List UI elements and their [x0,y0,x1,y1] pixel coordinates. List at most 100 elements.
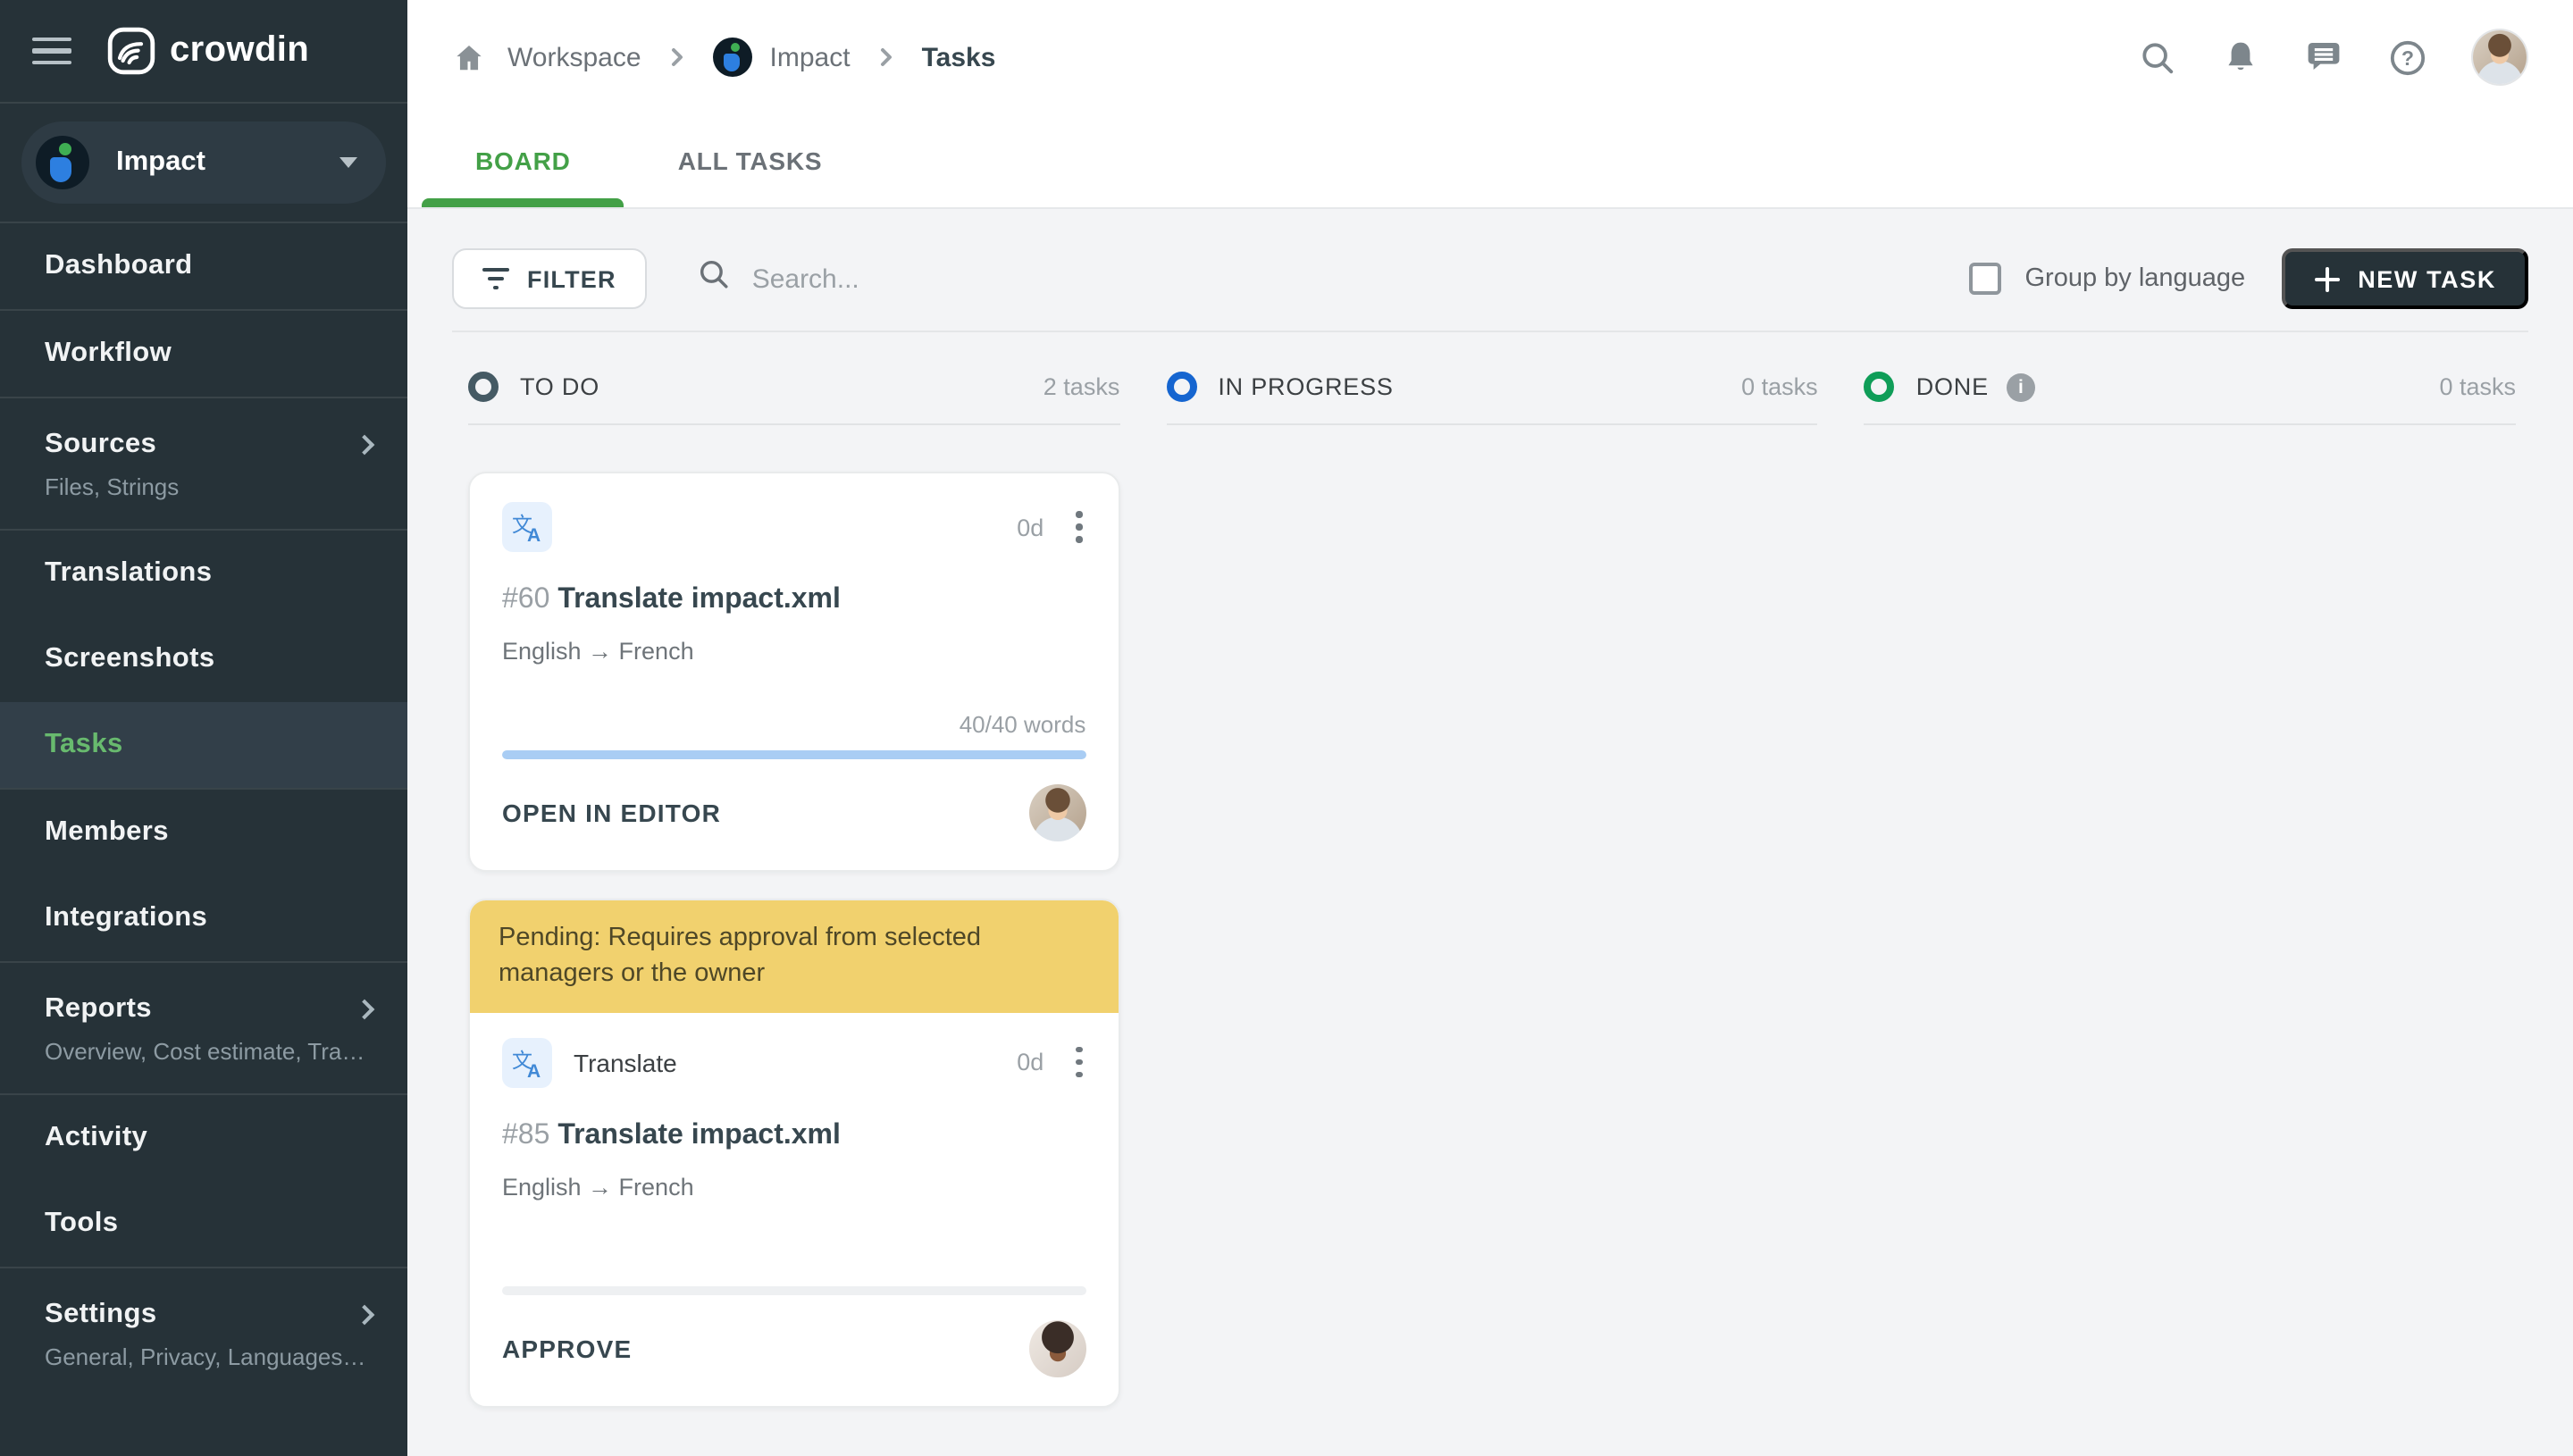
todo-cards: 文A 0d #60 Translate impact.xml English → [468,472,1120,1408]
card-menu-button[interactable] [1072,508,1085,547]
sidebar-item-screenshots[interactable]: Screenshots [0,616,407,702]
sidebar-item-sources[interactable]: Sources Files, Strings [0,398,407,529]
sidebar-item-tools[interactable]: Tools [0,1181,407,1267]
hamburger-menu-icon[interactable] [32,37,71,65]
group-by-language-label: Group by language [2024,264,2246,293]
search-icon [697,257,731,300]
task-board: TO DO 2 tasks 文A 0d #60 Translate impact… [468,372,2517,1408]
crowdin-wordmark: crowdin [170,30,310,70]
sidebar-item-sources-sub: Files, Strings [45,473,180,499]
breadcrumb-workspace[interactable]: Workspace [507,42,641,72]
crowdin-logo[interactable]: crowdin [107,27,309,75]
breadcrumb: Workspace Impact Tasks ? [407,0,2573,114]
home-icon[interactable] [452,40,486,74]
sidebar-item-members[interactable]: Members [0,790,407,875]
column-in-progress-header: IN PROGRESS 0 tasks [1166,372,1818,425]
project-selector-wrap: Impact [0,104,407,222]
todo-count: 2 tasks [1043,373,1120,400]
chevron-right-icon [354,1303,375,1325]
tab-board[interactable]: BOARD [422,114,624,207]
page-header: Workspace Impact Tasks ? BOARD ALL TASKS [407,0,2573,209]
done-count: 0 tasks [2439,373,2517,400]
assignee-avatar [1028,784,1086,841]
breadcrumb-project[interactable]: Impact [770,42,851,72]
in-progress-status-icon [1166,372,1197,402]
tab-all-tasks[interactable]: ALL TASKS [624,114,876,207]
approve-button[interactable]: APPROVE [502,1334,632,1362]
group-by-language-toggle[interactable]: Group by language [1969,263,2246,295]
sidebar-item-workflow[interactable]: Workflow [0,311,407,397]
due-badge: 0d [1017,1049,1044,1076]
chevron-down-icon [339,157,357,168]
in-progress-count: 0 tasks [1741,373,1818,400]
divider [452,331,2528,332]
progress-bar [502,1285,1086,1295]
project-name: Impact [116,146,205,177]
svg-text:A: A [527,1060,541,1080]
done-status-icon [1864,372,1895,402]
messages-icon[interactable] [2305,39,2343,75]
task-words-progress [502,1246,1085,1275]
column-todo-header: TO DO 2 tasks [468,372,1120,425]
search-input[interactable] [751,264,1324,294]
task-card-60[interactable]: 文A 0d #60 Translate impact.xml English → [468,472,1120,872]
active-tab-underline [422,198,624,207]
filter-icon [482,267,509,290]
filter-button[interactable]: FILTER [452,248,647,309]
sidebar-item-reports[interactable]: Reports Overview, Cost estimate, Transl.… [0,963,407,1093]
progress-bar-fill [502,750,1086,759]
due-badge: 0d [1017,514,1044,540]
sidebar-item-activity[interactable]: Activity [0,1095,407,1181]
main-area: Workspace Impact Tasks ? BOARD ALL TASKS… [407,0,2573,1456]
crowdin-tasks-page: crowdin Impact Dashboard Workflow Source… [0,0,2573,1456]
sidebar-nav: Dashboard Workflow Sources Files, String… [0,223,407,1456]
sidebar-item-settings-sub: General, Privacy, Languages, Q... [45,1343,372,1369]
chevron-right-icon [354,433,375,455]
breadcrumb-project-avatar [712,38,752,77]
info-icon[interactable]: i [2006,372,2035,401]
user-avatar[interactable] [2473,30,2527,84]
project-avatar [36,136,89,189]
group-by-language-checkbox[interactable] [1969,263,2002,295]
plus-icon [2314,266,2340,291]
open-in-editor-button[interactable]: OPEN IN EDITOR [502,799,721,827]
progress-bar [502,750,1086,759]
notifications-bell-icon[interactable] [2223,38,2259,76]
chevron-right-icon [354,998,375,1019]
search-icon[interactable] [2139,38,2176,76]
sidebar-header: crowdin [0,0,407,102]
sidebar-item-integrations[interactable]: Integrations [0,875,407,961]
chevron-right-icon [876,46,897,68]
sidebar-item-reports-sub: Overview, Cost estimate, Transl... [45,1037,372,1064]
help-icon[interactable]: ? [2389,38,2426,76]
breadcrumb-current: Tasks [921,42,996,72]
task-languages: English → French [502,638,694,665]
search-box [697,257,1970,300]
task-card-85[interactable]: Pending: Requires approval from selected… [468,899,1120,1408]
task-title: #85 Translate impact.xml [502,1119,841,1151]
sidebar-item-dashboard[interactable]: Dashboard [0,223,407,309]
toolbar: FILTER Group by language NEW TASK [452,248,2528,309]
column-in-progress: IN PROGRESS 0 tasks [1166,372,1818,1407]
translate-task-icon: 文A [502,502,552,552]
pending-approval-banner: Pending: Requires approval from selected… [470,900,1119,1013]
column-todo: TO DO 2 tasks 文A 0d #60 Translate impact… [468,372,1120,1408]
sidebar-item-settings[interactable]: Settings General, Privacy, Languages, Q.… [0,1268,407,1399]
new-task-button[interactable]: NEW TASK [2281,248,2528,309]
header-actions: ? [2139,30,2527,84]
crowdin-logo-icon [107,27,155,75]
task-languages: English → French [502,1173,694,1201]
sidebar-item-tasks[interactable]: Tasks [0,702,407,788]
translate-task-icon: 文A [502,1037,552,1088]
project-selector[interactable]: Impact [21,121,386,204]
tabs: BOARD ALL TASKS [407,114,2573,207]
sidebar-item-translations[interactable]: Translations [0,531,407,616]
svg-text:?: ? [2401,46,2414,69]
content: FILTER Group by language NEW TASK [407,209,2573,1456]
svg-text:A: A [527,525,541,545]
column-done: DONE i 0 tasks [1864,372,2517,1407]
card-menu-button[interactable] [1072,1043,1085,1082]
column-done-header: DONE i 0 tasks [1864,372,2517,425]
sidebar: crowdin Impact Dashboard Workflow Source… [0,0,407,1456]
task-words-progress: 40/40 words [959,711,1086,738]
